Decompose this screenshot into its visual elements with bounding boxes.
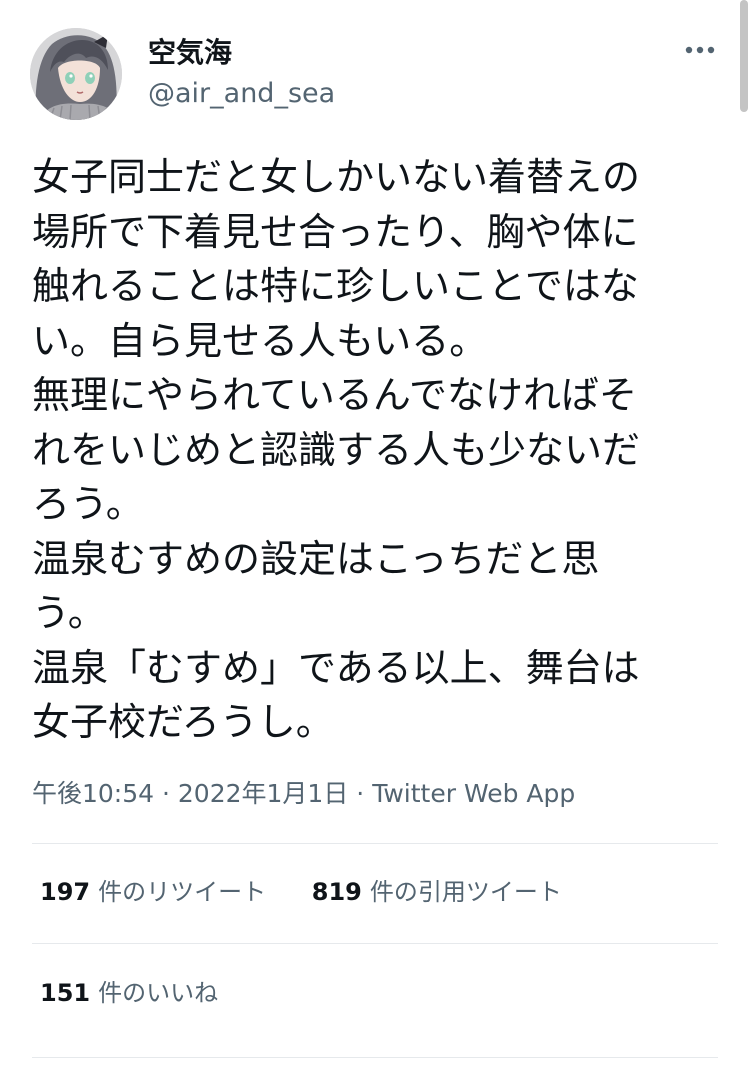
avatar-image <box>30 28 122 120</box>
tweet-text-line: 無理にやられているんでなければそ <box>32 373 637 417</box>
divider <box>32 1057 718 1058</box>
tweet-text-line: 女子同士だと女しかいない着替えの <box>32 155 641 199</box>
scrollbar[interactable] <box>740 0 748 112</box>
likes-stat[interactable]: 151 件のいいね <box>40 975 218 1011</box>
meta-separator: · <box>162 779 170 808</box>
tweet-header: 空気海 @air_and_sea <box>30 28 720 124</box>
tweet-date[interactable]: 2022年1月1日 <box>178 779 348 808</box>
user-handle[interactable]: @air_and_sea <box>148 76 335 112</box>
divider <box>32 843 718 844</box>
likes-row: 151 件のいいね <box>40 975 218 1011</box>
display-name[interactable]: 空気海 <box>148 36 335 70</box>
retweet-label: 件のリツイート <box>98 878 267 906</box>
like-label: 件のいいね <box>98 979 219 1007</box>
divider <box>32 943 718 944</box>
quote-label: 件の引用ツイート <box>369 878 562 906</box>
tweet-text-line: う。 <box>32 591 106 635</box>
tweet-text-line: ろう。 <box>32 482 144 526</box>
tweet-text-line: い。自ら見せる人もいる。 <box>32 318 488 363</box>
tweet-text-line: 場所で下着見せ合ったり、胸や体に <box>32 209 639 254</box>
meta-separator: · <box>356 779 365 808</box>
tweet-text-line: 女子校だろうし。 <box>32 700 334 744</box>
tweet-text-line: 温泉「むすめ」である以上、舞台は <box>32 645 640 690</box>
engagement-stats: 197 件のリツイート 819 件の引用ツイート <box>40 874 562 910</box>
retweet-count: 197 <box>40 878 91 906</box>
more-horizontal-icon[interactable] <box>684 40 716 60</box>
tweet-text-line: 触れることは特に珍しいことではな <box>32 264 639 308</box>
tweet-text-line: れをいじめと認識する人も少ないだ <box>32 427 641 472</box>
quotes-stat[interactable]: 819 件の引用ツイート <box>312 874 562 910</box>
tweet-source[interactable]: Twitter Web App <box>372 779 575 808</box>
quote-count: 819 <box>311 878 362 906</box>
tweet-text-line: 温泉むすめの設定はこっちだと思 <box>32 536 600 581</box>
avatar[interactable] <box>30 28 122 120</box>
like-count: 151 <box>40 979 91 1007</box>
tweet-time[interactable]: 午後10:54 <box>32 779 154 808</box>
author-info[interactable]: 空気海 @air_and_sea <box>148 36 335 112</box>
retweets-stat[interactable]: 197 件のリツイート <box>40 874 266 910</box>
tweet-meta: 午後10:54 · 2022年1月1日 · Twitter Web App <box>32 776 575 812</box>
tweet-text: 女子同士だと女しかいない着替えの 場所で下着見せ合ったり、胸や体に 触れることは… <box>32 150 722 750</box>
